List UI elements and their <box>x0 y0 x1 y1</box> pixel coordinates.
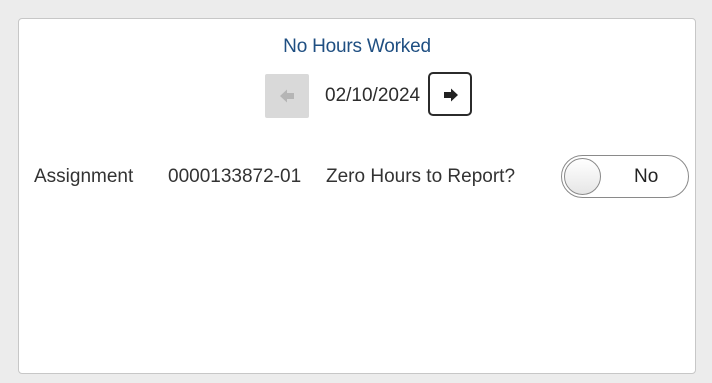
assignment-label: Assignment <box>34 166 134 187</box>
arrow-left-icon <box>280 89 294 103</box>
previous-date-button[interactable] <box>265 74 309 118</box>
zero-hours-label: Zero Hours to Report? <box>326 166 516 187</box>
page-background: No Hours Worked 02/10/2024 Assignment 00… <box>0 0 712 383</box>
zero-hours-toggle[interactable]: No <box>561 155 689 198</box>
toggle-value: No <box>634 165 659 187</box>
panel-title: No Hours Worked <box>283 36 431 57</box>
toggle-knob[interactable] <box>564 158 601 195</box>
assignment-value: 0000133872-01 <box>168 166 302 187</box>
arrow-right-icon <box>444 88 458 102</box>
current-date: 02/10/2024 <box>325 85 421 106</box>
no-hours-worked-panel: No Hours Worked 02/10/2024 Assignment 00… <box>18 18 696 374</box>
next-date-button[interactable] <box>428 72 472 116</box>
